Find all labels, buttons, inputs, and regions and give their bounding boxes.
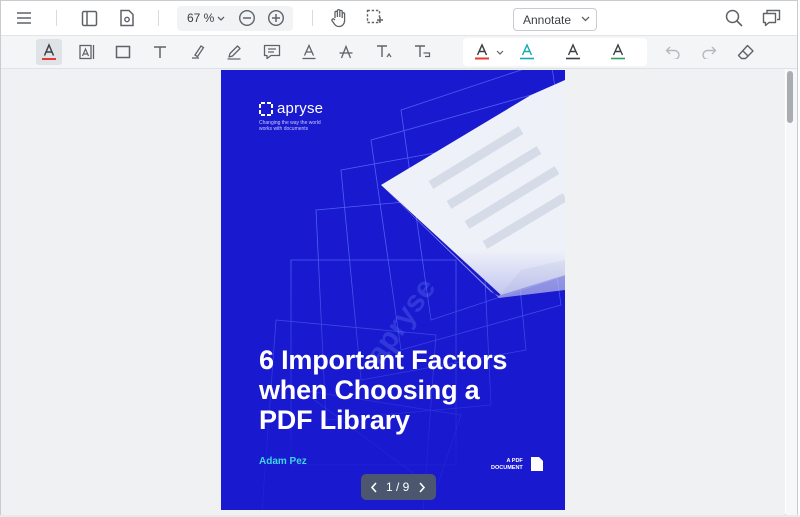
document-icon (531, 457, 543, 471)
text-strikeout-icon[interactable] (333, 39, 359, 65)
mode-dropdown-label: Annotate (523, 13, 572, 27)
title-line: 6 Important Factors (259, 345, 508, 375)
text-insert-icon[interactable] (371, 39, 397, 65)
search-icon[interactable] (722, 6, 746, 30)
document-type-label: A PDF DOCUMENT (491, 458, 523, 472)
title-line: when Choosing a (259, 375, 480, 405)
text-color-icon[interactable] (36, 39, 62, 65)
cover-artwork: apryse (221, 70, 565, 510)
chevron-down-icon[interactable] (217, 16, 225, 22)
document-title: 6 Important Factors when Choosing a PDF … (259, 345, 549, 435)
zoom-out-icon[interactable] (235, 6, 259, 30)
title-line: PDF Library (259, 405, 410, 435)
brand-name: apryse (277, 100, 324, 117)
highlighter-icon[interactable] (185, 39, 211, 65)
divider (56, 10, 57, 26)
text-style-green-icon[interactable] (605, 39, 631, 65)
eraser-icon[interactable] (733, 39, 759, 65)
vertical-scrollbar[interactable] (786, 69, 797, 515)
page-navigator: 1 / 9 (361, 474, 436, 500)
brand-tagline: Changing the way the world works with do… (259, 120, 321, 132)
annotation-toolbar (1, 36, 797, 69)
chevron-down-icon[interactable] (496, 50, 504, 56)
page-indicator[interactable]: 1 / 9 (386, 480, 409, 494)
brand-logo: apryse (259, 100, 323, 117)
document-settings-icon[interactable] (115, 6, 139, 30)
left-panel-icon[interactable] (77, 6, 101, 30)
previous-page-icon[interactable] (366, 479, 382, 495)
comment-note-icon[interactable] (259, 39, 285, 65)
chevron-down-icon (581, 16, 590, 22)
mode-dropdown[interactable]: Annotate (513, 8, 597, 31)
comments-icon[interactable] (759, 6, 783, 30)
scrollbar-thumb[interactable] (787, 71, 793, 123)
hand-pan-icon[interactable] (327, 6, 351, 30)
text-style-dark-icon[interactable] (560, 39, 586, 65)
text-style-group (463, 38, 647, 66)
zoom-in-icon[interactable] (264, 6, 288, 30)
rectangle-icon[interactable] (110, 39, 136, 65)
author-name: Adam Pez (259, 456, 307, 467)
text-tool-icon[interactable] (147, 39, 173, 65)
font-color-icon[interactable] (469, 39, 495, 65)
zoom-control: 67 % (177, 6, 293, 31)
hamburger-menu-icon[interactable] (12, 6, 36, 30)
text-style-teal-icon[interactable] (514, 39, 540, 65)
redo-icon[interactable] (696, 39, 722, 65)
text-replace-icon[interactable] (409, 39, 435, 65)
top-header: 67 % Annotate (1, 1, 797, 36)
apryse-logo-icon (259, 101, 273, 116)
marquee-select-icon[interactable] (363, 6, 387, 30)
free-text-box-icon[interactable] (74, 39, 100, 65)
text-underline-icon[interactable] (296, 39, 322, 65)
pdf-page[interactable]: apryse apryse Changing the way the world… (221, 70, 565, 510)
divider (158, 10, 159, 26)
pen-icon[interactable] (221, 39, 247, 65)
undo-icon[interactable] (660, 39, 686, 65)
next-page-icon[interactable] (414, 479, 430, 495)
divider (312, 10, 313, 26)
zoom-value[interactable]: 67 % (187, 11, 214, 25)
doc-label-line: A PDF (506, 458, 523, 464)
doc-label-line: DOCUMENT (491, 465, 523, 471)
